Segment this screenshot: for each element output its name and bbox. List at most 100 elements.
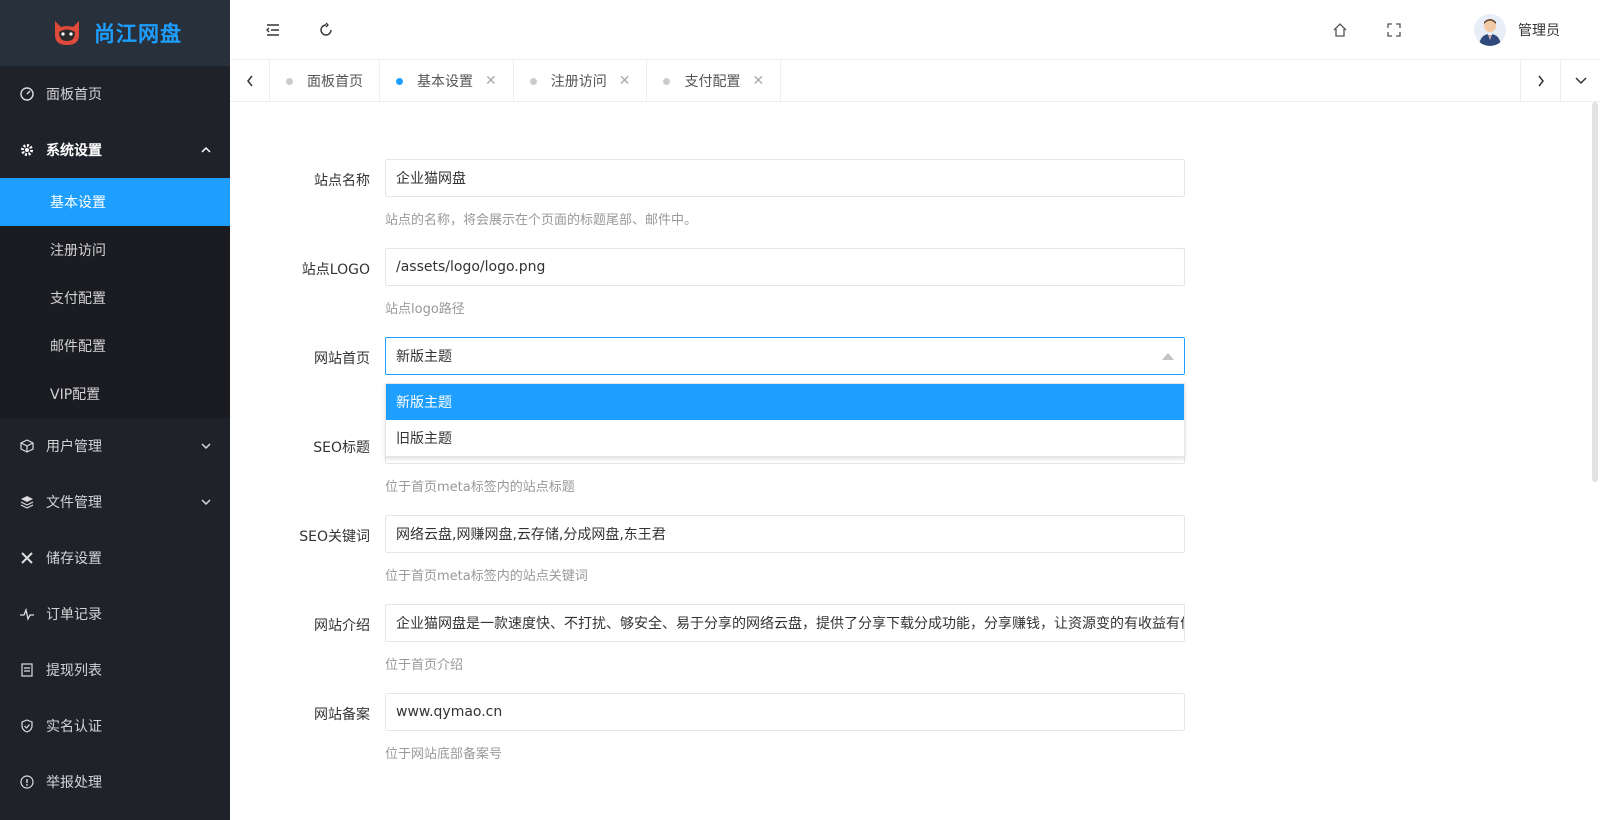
seo-keywords-tip: 位于首页meta标签内的站点关键词 bbox=[385, 569, 588, 584]
site-logo-input[interactable]: /assets/logo/logo.png bbox=[385, 248, 1185, 286]
sidebar-item-label: 系统设置 bbox=[46, 143, 102, 159]
chevron-right-icon bbox=[1537, 75, 1544, 87]
info-icon bbox=[20, 775, 34, 789]
sidebar-item-label: 提现列表 bbox=[46, 663, 102, 679]
tab-dot bbox=[286, 77, 293, 85]
site-logo-label: 站点LOGO bbox=[301, 262, 370, 278]
site-name-label: 站点名称 bbox=[314, 173, 370, 189]
tools-icon bbox=[20, 551, 34, 565]
tab-scroll-left-button[interactable] bbox=[230, 60, 270, 102]
avatar bbox=[1474, 14, 1506, 46]
sidebar-item-label: 用户管理 bbox=[46, 439, 102, 455]
sidebar: 尚江网盘 面板首页 系统设置 基本设置 注册访问 支付配置 邮件配置 VIP配置… bbox=[0, 0, 230, 820]
home-theme-selected: 新版主题 bbox=[396, 349, 452, 365]
dashboard-icon bbox=[20, 87, 34, 101]
user-menu[interactable]: 管理员 bbox=[1474, 14, 1560, 46]
settings-form: 站点名称 企业猫网盘 站点的名称，将会展示在个页面的标题尾部、邮件中。 站点LO… bbox=[230, 102, 1600, 820]
sidebar-item-label: 支付配置 bbox=[50, 291, 106, 307]
tab-dot bbox=[529, 77, 537, 85]
tab-list: 面板首页 基本设置 ✕ 注册访问 ✕ 支付配置 ✕ bbox=[270, 60, 782, 102]
chevron-up-icon bbox=[201, 146, 211, 153]
sidebar-item-payment-config[interactable]: 支付配置 bbox=[0, 274, 230, 322]
sidebar-item-label: VIP配置 bbox=[50, 387, 101, 403]
sidebar-item-basic-settings[interactable]: 基本设置 bbox=[0, 178, 230, 226]
sidebar-item-report-handling[interactable]: 举报处理 bbox=[0, 754, 230, 810]
tab-basic-settings[interactable]: 基本设置 ✕ bbox=[380, 60, 514, 102]
seo-keywords-label: SEO关键词 bbox=[299, 529, 370, 545]
sidebar-item-label: 订单记录 bbox=[46, 607, 102, 623]
tab-label: 面板首页 bbox=[307, 74, 363, 90]
list-icon bbox=[20, 663, 34, 677]
home-theme-option-new[interactable]: 新版主题 bbox=[386, 384, 1184, 420]
tab-label: 注册访问 bbox=[550, 74, 607, 90]
chevron-left-icon bbox=[246, 75, 253, 87]
pulse-icon bbox=[20, 607, 34, 621]
tab-dashboard[interactable]: 面板首页 bbox=[270, 60, 380, 102]
sidebar-item-system-settings[interactable]: 系统设置 bbox=[0, 122, 230, 178]
home-theme-label: 网站首页 bbox=[314, 351, 370, 367]
fullscreen-icon[interactable] bbox=[1385, 21, 1403, 39]
brand-name: 尚江网盘 bbox=[94, 22, 182, 46]
chevron-down-icon bbox=[1574, 77, 1587, 85]
cat-logo-icon bbox=[55, 21, 79, 45]
home-theme-option-old[interactable]: 旧版主题 bbox=[386, 420, 1184, 456]
caret-up-icon bbox=[1162, 353, 1174, 360]
shield-icon bbox=[20, 719, 34, 733]
intro-label: 网站介绍 bbox=[314, 618, 370, 634]
sidebar-item-storage-settings[interactable]: 储存设置 bbox=[0, 530, 230, 586]
sidebar-item-label: 举报处理 bbox=[46, 775, 102, 791]
tab-label: 基本设置 bbox=[417, 74, 473, 90]
tab-payment-config[interactable]: 支付配置 ✕ bbox=[647, 60, 782, 102]
tab-menu-button[interactable] bbox=[1560, 60, 1600, 102]
cube-icon bbox=[20, 439, 34, 453]
tab-label: 支付配置 bbox=[684, 74, 741, 90]
home-theme-dropdown: 新版主题 旧版主题 bbox=[385, 383, 1185, 457]
sidebar-item-label: 实名认证 bbox=[46, 719, 102, 735]
tab-dot bbox=[663, 77, 671, 85]
site-logo-tip: 站点logo路径 bbox=[385, 302, 465, 317]
home-icon[interactable] bbox=[1331, 21, 1349, 39]
tab-register-access[interactable]: 注册访问 ✕ bbox=[514, 60, 648, 102]
sidebar-item-mail-config[interactable]: 邮件配置 bbox=[0, 322, 230, 370]
site-name-input[interactable]: 企业猫网盘 bbox=[385, 159, 1185, 197]
logo[interactable]: 尚江网盘 bbox=[0, 0, 230, 66]
intro-input[interactable]: 企业猫网盘是一款速度快、不打扰、够安全、易于分享的网络云盘，提供了分享下载分成功… bbox=[385, 604, 1185, 642]
top-header: 管理员 bbox=[230, 0, 1600, 60]
user-name: 管理员 bbox=[1518, 23, 1560, 39]
icp-input[interactable]: www.qymao.cn bbox=[385, 693, 1185, 731]
sidebar-item-label: 注册访问 bbox=[50, 243, 106, 259]
tab-scroll-right-button[interactable] bbox=[1520, 60, 1560, 102]
chevron-down-icon bbox=[201, 443, 211, 450]
system-settings-submenu: 基本设置 注册访问 支付配置 邮件配置 VIP配置 bbox=[0, 178, 230, 418]
site-name-tip: 站点的名称，将会展示在个页面的标题尾部、邮件中。 bbox=[385, 213, 698, 228]
sidebar-item-order-records[interactable]: 订单记录 bbox=[0, 586, 230, 642]
sidebar-item-label: 文件管理 bbox=[46, 495, 102, 511]
sidebar-item-label: 邮件配置 bbox=[50, 339, 106, 355]
sidebar-item-label: 储存设置 bbox=[46, 551, 102, 567]
close-icon[interactable]: ✕ bbox=[619, 73, 631, 89]
sidebar-item-register-access[interactable]: 注册访问 bbox=[0, 226, 230, 274]
gear-icon bbox=[20, 143, 34, 157]
refresh-icon[interactable] bbox=[317, 21, 335, 39]
seo-keywords-input[interactable]: 网络云盘,网赚网盘,云存储,分成网盘,东王君 bbox=[385, 515, 1185, 553]
chevron-down-icon bbox=[201, 499, 211, 506]
intro-tip: 位于首页介绍 bbox=[385, 658, 464, 673]
sidebar-item-vip-config[interactable]: VIP配置 bbox=[0, 370, 230, 418]
sidebar-item-real-name-auth[interactable]: 实名认证 bbox=[0, 698, 230, 754]
sidebar-item-dashboard[interactable]: 面板首页 bbox=[0, 66, 230, 122]
icp-label: 网站备案 bbox=[314, 707, 370, 723]
tab-dot bbox=[396, 77, 403, 85]
home-theme-select[interactable]: 新版主题 bbox=[385, 337, 1185, 375]
sidebar-item-file-management[interactable]: 文件管理 bbox=[0, 474, 230, 530]
menu-fold-icon[interactable] bbox=[264, 21, 282, 39]
icp-tip: 位于网站底部备案号 bbox=[385, 747, 503, 762]
layers-icon bbox=[20, 495, 34, 509]
sidebar-item-user-management[interactable]: 用户管理 bbox=[0, 418, 230, 474]
seo-title-tip: 位于首页meta标签内的站点标题 bbox=[385, 480, 575, 495]
page-tabs: 面板首页 基本设置 ✕ 注册访问 ✕ 支付配置 ✕ bbox=[230, 60, 1600, 102]
sidebar-item-label: 面板首页 bbox=[46, 87, 102, 103]
sidebar-item-withdraw-list[interactable]: 提现列表 bbox=[0, 642, 230, 698]
sidebar-item-label: 基本设置 bbox=[50, 195, 106, 211]
close-icon[interactable]: ✕ bbox=[485, 73, 497, 89]
close-icon[interactable]: ✕ bbox=[752, 73, 764, 89]
